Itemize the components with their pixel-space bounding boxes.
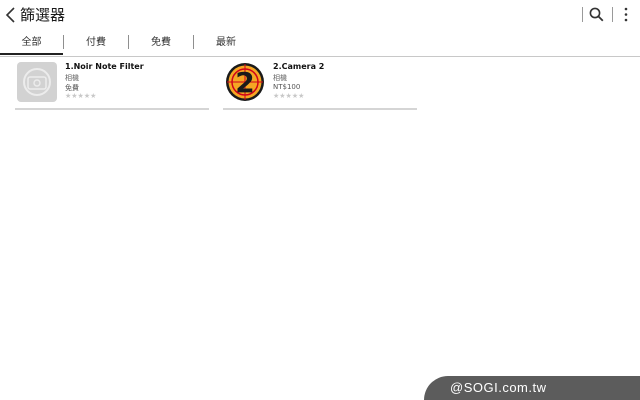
tab-newest[interactable]: 最新 — [194, 32, 258, 55]
app-price: NT$100 — [273, 83, 301, 91]
app-category: 相機 — [273, 74, 287, 82]
header-divider — [612, 7, 613, 22]
camera-2-icon: 2 — [226, 63, 264, 101]
more-vertical-icon[interactable] — [624, 7, 628, 22]
tab-all[interactable]: 全部 — [0, 32, 63, 55]
search-icon[interactable] — [589, 7, 604, 22]
app-card[interactable]: 1.Noir Note Filter 相機 免費 ★★★★★ — [15, 60, 209, 110]
header-divider — [582, 7, 583, 22]
tab-free[interactable]: 免費 — [129, 32, 193, 55]
tab-paid[interactable]: 付費 — [64, 32, 128, 55]
chevron-left-icon[interactable] — [3, 6, 19, 24]
app-name: 1.Noir Note Filter — [65, 62, 144, 71]
page-title: 篩選器 — [20, 6, 66, 24]
noir-note-filter-icon — [17, 62, 57, 102]
rating-stars: ★★★★★ — [273, 92, 305, 100]
watermark: @SOGI.com.tw — [424, 376, 640, 400]
app-name: 2.Camera 2 — [273, 62, 325, 71]
rating-stars: ★★★★★ — [65, 92, 97, 100]
app-header: 篩選器 — [0, 0, 640, 30]
app-card[interactable]: 2 2.Camera 2 相機 NT$100 ★★★★★ — [223, 60, 417, 110]
watermark-text: @SOGI.com.tw — [450, 380, 547, 395]
app-category: 相機 — [65, 74, 79, 82]
filter-tabs: 全部 付費 免費 最新 — [0, 32, 640, 57]
svg-text:2: 2 — [235, 66, 254, 99]
